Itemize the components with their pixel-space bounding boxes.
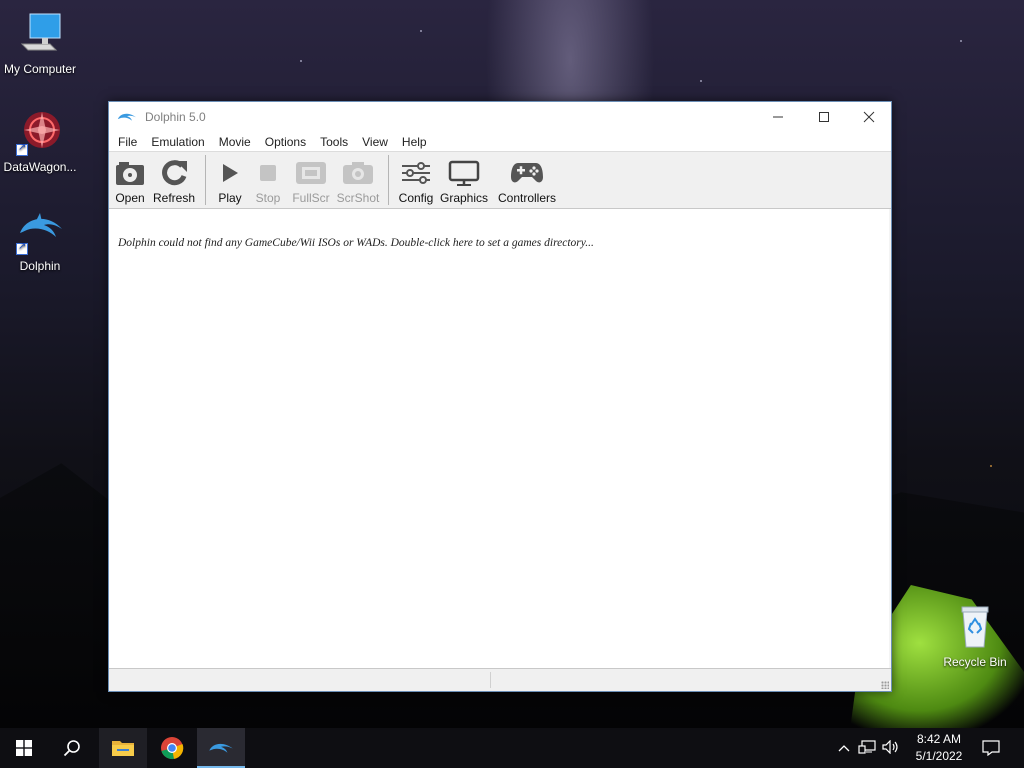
- dolphin-icon: [117, 113, 137, 121]
- shortcut-arrow-icon: [16, 241, 28, 255]
- volume-button[interactable]: [882, 739, 900, 757]
- play-button[interactable]: Play: [212, 152, 248, 205]
- close-button[interactable]: [846, 102, 892, 132]
- shortcut-arrow-icon: [16, 142, 28, 156]
- dolphin-icon: [16, 207, 64, 255]
- controllers-label: Controllers: [497, 191, 557, 205]
- menu-bar: File Emulation Movie Options Tools View …: [109, 132, 891, 152]
- menu-movie[interactable]: Movie: [212, 132, 258, 152]
- system-tray: [838, 728, 900, 768]
- start-button[interactable]: [0, 728, 48, 768]
- show-hidden-icons-button[interactable]: [838, 741, 850, 755]
- close-icon: [863, 111, 875, 123]
- menu-tools[interactable]: Tools: [313, 132, 355, 152]
- desktop-icon-label: Recycle Bin: [943, 655, 1007, 669]
- menu-view[interactable]: View: [355, 132, 395, 152]
- wallpaper-star: [990, 465, 992, 467]
- config-button[interactable]: Config: [395, 152, 437, 205]
- desktop-icon-label: Dolphin: [19, 259, 61, 273]
- volume-icon: [882, 739, 898, 754]
- dolphin-icon: [209, 743, 233, 753]
- wallpaper-star: [420, 30, 422, 32]
- toolbar: Open Refresh Play Stop FullScr ScrShot C…: [109, 152, 891, 209]
- toolbar-separator: [205, 155, 206, 205]
- refresh-icon: [160, 159, 188, 187]
- minimize-button[interactable]: [755, 102, 801, 132]
- status-bar: [109, 669, 891, 691]
- desktop-icon-datawagon[interactable]: DataWagon...: [0, 108, 80, 174]
- refresh-button[interactable]: Refresh: [149, 152, 199, 205]
- play-label: Play: [218, 191, 242, 205]
- wallpaper-star: [700, 80, 702, 82]
- toolbar-separator: [388, 155, 389, 205]
- config-label: Config: [398, 191, 434, 205]
- title-bar[interactable]: Dolphin 5.0: [109, 102, 891, 132]
- game-list[interactable]: Dolphin could not find any GameCube/Wii …: [109, 209, 891, 669]
- recycle-bin-icon: [951, 603, 999, 651]
- resize-grip-icon[interactable]: [881, 681, 889, 689]
- file-explorer-button[interactable]: [99, 728, 147, 768]
- desktop-icon-dolphin[interactable]: Dolphin: [0, 207, 80, 273]
- stop-label: Stop: [255, 191, 281, 205]
- menu-file[interactable]: File: [111, 132, 144, 152]
- game-list-edge: [889, 209, 891, 668]
- clock[interactable]: 8:42 AM 5/1/2022: [908, 731, 970, 765]
- notification-icon: [982, 740, 1000, 756]
- dolphin-window: Dolphin 5.0 File Emulation Movie Options…: [108, 101, 892, 692]
- screenshot-button[interactable]: ScrShot: [334, 152, 382, 205]
- fullscreen-label: FullScr: [292, 191, 330, 205]
- chrome-button[interactable]: [148, 728, 196, 768]
- file-explorer-icon: [112, 741, 134, 756]
- window-title: Dolphin 5.0: [145, 110, 206, 124]
- gamepad-icon: [510, 159, 544, 187]
- sliders-icon: [401, 159, 431, 187]
- fullscreen-icon: [295, 159, 327, 187]
- fullscreen-button[interactable]: FullScr: [288, 152, 334, 205]
- maximize-icon: [819, 112, 829, 122]
- clock-date: 5/1/2022: [915, 749, 963, 763]
- stop-icon: [259, 159, 277, 187]
- desktop-icon-label: My Computer: [3, 62, 77, 76]
- open-disc-icon: [115, 159, 145, 187]
- refresh-label: Refresh: [152, 191, 196, 205]
- search-icon: [63, 740, 80, 757]
- menu-options[interactable]: Options: [258, 132, 313, 152]
- search-button[interactable]: [48, 728, 96, 768]
- desktop-icon-recycle-bin[interactable]: Recycle Bin: [935, 603, 1015, 669]
- network-icon: [858, 739, 876, 754]
- start-icon: [16, 740, 32, 756]
- action-center-button[interactable]: [968, 728, 1014, 768]
- desktop-icon-my-computer[interactable]: My Computer: [0, 10, 80, 76]
- empty-game-list-message[interactable]: Dolphin could not find any GameCube/Wii …: [118, 237, 594, 249]
- open-button[interactable]: Open: [111, 152, 149, 205]
- screenshot-label: ScrShot: [336, 191, 380, 205]
- dolphin-taskbar-button[interactable]: [197, 728, 245, 768]
- monitor-icon: [448, 159, 480, 187]
- wallpaper-star: [960, 40, 962, 42]
- graphics-label: Graphics: [439, 191, 489, 205]
- computer-icon: [16, 10, 64, 58]
- maximize-button[interactable]: [801, 102, 847, 132]
- menu-help[interactable]: Help: [395, 132, 434, 152]
- graphics-button[interactable]: Graphics: [437, 152, 491, 205]
- status-divider: [490, 672, 491, 688]
- chevron-up-icon: [838, 745, 850, 752]
- controllers-button[interactable]: Controllers: [491, 152, 563, 205]
- desktop-icon-label: DataWagon...: [3, 160, 77, 174]
- camera-icon: [342, 159, 374, 187]
- wallpaper-star: [300, 60, 302, 62]
- clock-time: 8:42 AM: [916, 732, 962, 746]
- taskbar: 8:42 AM 5/1/2022: [0, 728, 1024, 768]
- open-label: Open: [115, 191, 145, 205]
- stop-button[interactable]: Stop: [248, 152, 288, 205]
- network-button[interactable]: [858, 739, 876, 757]
- chrome-icon: [161, 737, 184, 760]
- minimize-icon: [773, 116, 783, 118]
- datawagon-icon: [16, 108, 64, 156]
- play-icon: [220, 159, 240, 187]
- menu-emulation[interactable]: Emulation: [144, 132, 211, 152]
